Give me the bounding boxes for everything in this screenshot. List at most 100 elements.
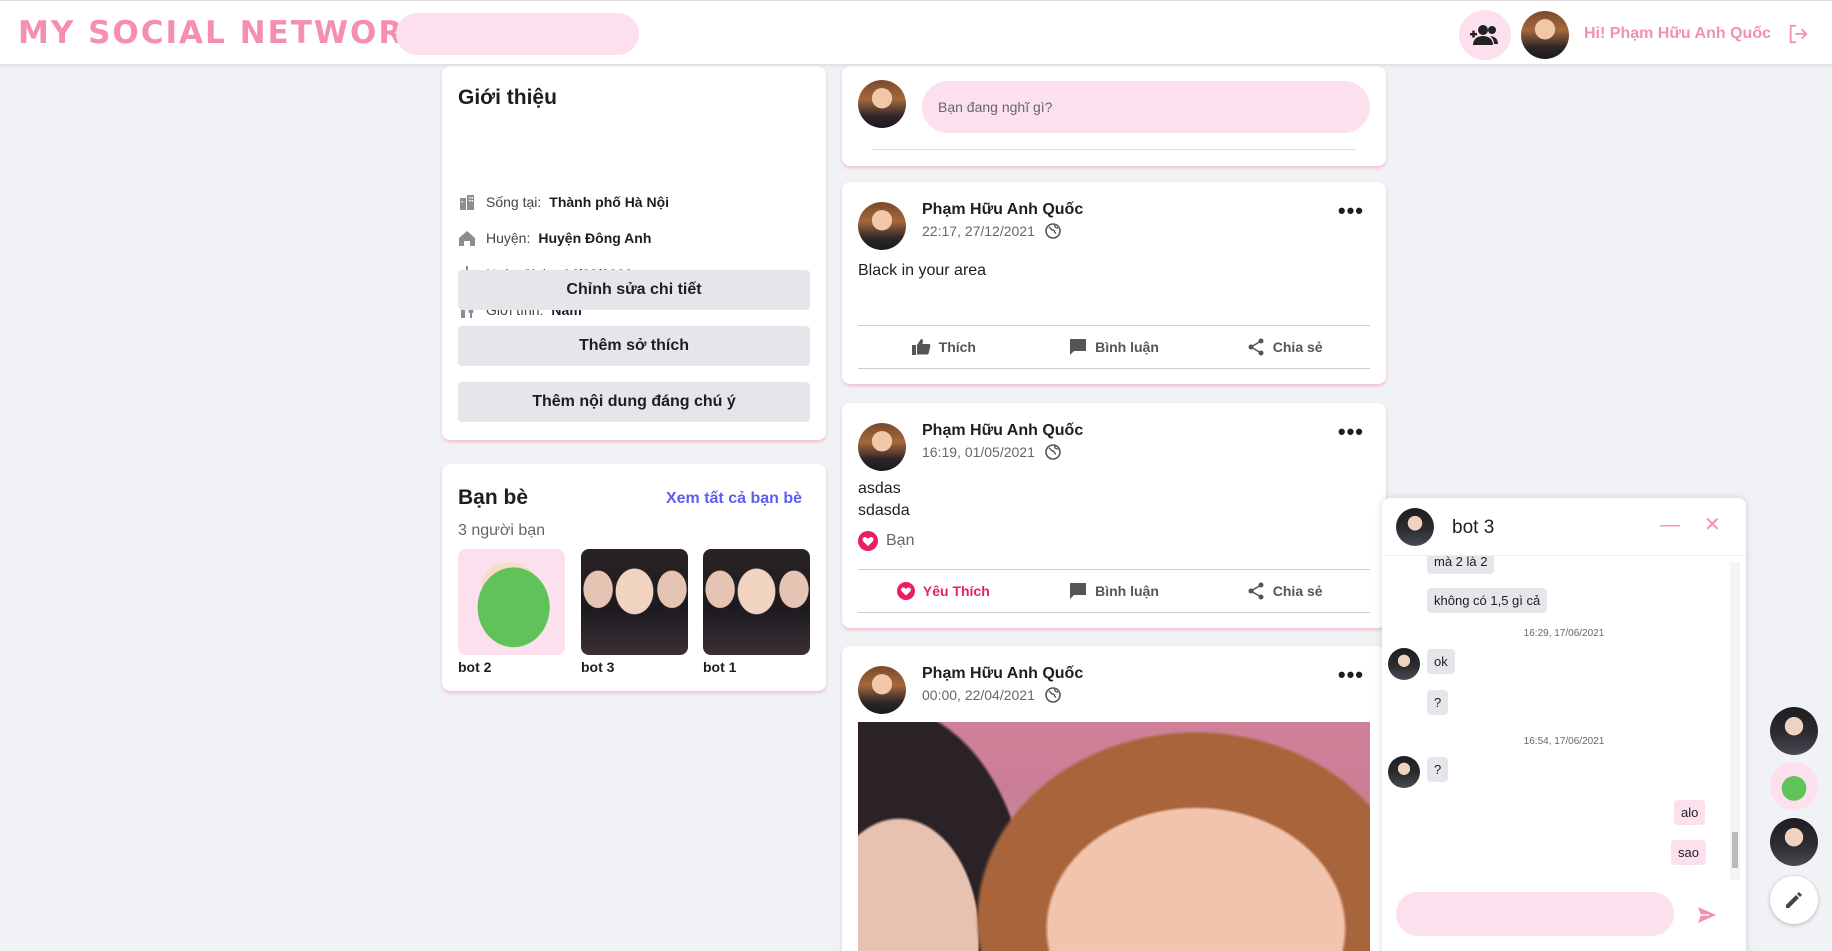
chat-head-bot3[interactable] bbox=[1770, 707, 1818, 755]
comment-button[interactable]: Bình luận bbox=[1029, 570, 1200, 612]
post-actions: Yêu Thích Bình luận Chia sẻ bbox=[858, 569, 1370, 613]
friend-tile[interactable]: bot 2 bbox=[458, 549, 565, 675]
pencil-icon bbox=[1786, 892, 1802, 908]
logout-icon[interactable] bbox=[1787, 23, 1809, 45]
chat-head-bot2[interactable] bbox=[1770, 762, 1818, 810]
post-card: Phạm Hữu Anh Quốc 00:00, 22/04/2021 ••• bbox=[842, 646, 1386, 951]
share-button[interactable]: Chia sẻ bbox=[1199, 326, 1370, 368]
post-author[interactable]: Phạm Hữu Anh Quốc bbox=[922, 665, 1083, 683]
chat-input[interactable] bbox=[1396, 892, 1674, 936]
reaction-summary[interactable]: Bạn bbox=[858, 530, 914, 552]
scrollbar-thumb[interactable] bbox=[1732, 832, 1738, 868]
chat-window: bot 3 — ✕ mà 2 là 2 không có 1,5 gì cả 1… bbox=[1382, 498, 1746, 951]
info-value: Thành phố Hà Nội bbox=[549, 194, 670, 210]
send-icon[interactable] bbox=[1696, 904, 1718, 926]
friend-tile[interactable]: bot 1 bbox=[703, 549, 810, 675]
share-label: Chia sẻ bbox=[1272, 583, 1323, 599]
post-author[interactable]: Phạm Hữu Anh Quốc bbox=[922, 422, 1083, 440]
globe-icon bbox=[1045, 444, 1061, 460]
see-all-friends-link[interactable]: Xem tất cả bạn bè bbox=[666, 490, 802, 508]
post-author[interactable]: Phạm Hữu Anh Quốc bbox=[922, 201, 1083, 219]
friend-name[interactable]: bot 1 bbox=[703, 659, 810, 675]
post-composer: Bạn đang nghĩ gì? bbox=[842, 66, 1386, 166]
add-hobbies-button[interactable]: Thêm sở thích bbox=[458, 326, 810, 366]
top-navbar: MY SOCIAL NETWORK Hi! Phạm Hữu Anh Quốc bbox=[0, 0, 1832, 64]
heart-icon bbox=[896, 582, 915, 600]
minimize-icon[interactable]: — bbox=[1660, 514, 1680, 537]
message-bubble: mà 2 là 2 bbox=[1427, 556, 1495, 574]
post-time[interactable]: 00:00, 22/04/2021 bbox=[922, 687, 1035, 703]
message-bubble: ? bbox=[1427, 690, 1449, 715]
love-label: Yêu Thích bbox=[922, 583, 990, 599]
new-message-button[interactable] bbox=[1770, 876, 1818, 924]
chat-title[interactable]: bot 3 bbox=[1452, 517, 1494, 539]
share-icon bbox=[1248, 582, 1264, 600]
share-button[interactable]: Chia sẻ bbox=[1199, 570, 1370, 612]
friend-photo[interactable] bbox=[703, 549, 810, 655]
app-logo[interactable]: MY SOCIAL NETWORK bbox=[18, 15, 430, 51]
friend-requests-button[interactable] bbox=[1459, 10, 1511, 60]
edit-details-button[interactable]: Chỉnh sửa chi tiết bbox=[458, 270, 810, 310]
close-icon[interactable]: ✕ bbox=[1704, 512, 1721, 537]
post-text-line: asdas bbox=[858, 480, 901, 497]
reaction-text: Bạn bbox=[886, 532, 915, 549]
friend-photo[interactable] bbox=[458, 549, 565, 655]
search-input[interactable] bbox=[396, 13, 639, 55]
composer-input[interactable]: Bạn đang nghĩ gì? bbox=[922, 81, 1370, 133]
chat-messages: mà 2 là 2 không có 1,5 gì cả 16:29, 17/0… bbox=[1382, 556, 1746, 882]
comment-icon bbox=[1070, 583, 1087, 599]
globe-icon bbox=[1045, 223, 1061, 239]
friend-name[interactable]: bot 2 bbox=[458, 659, 565, 675]
post-card: Phạm Hữu Anh Quốc 16:19, 01/05/2021 ••• … bbox=[842, 403, 1386, 628]
chat-head-bot1[interactable] bbox=[1770, 818, 1818, 866]
friends-title: Bạn bè bbox=[458, 486, 529, 509]
message-bubble: không có 1,5 gì cả bbox=[1427, 588, 1548, 613]
friend-photo[interactable] bbox=[581, 549, 688, 655]
add-featured-button[interactable]: Thêm nội dung đáng chú ý bbox=[458, 382, 810, 422]
post-meta: 22:17, 27/12/2021 bbox=[922, 223, 1061, 239]
message-bubble: ? bbox=[1427, 757, 1449, 782]
author-avatar[interactable] bbox=[858, 202, 906, 250]
chat-scrollbar[interactable] bbox=[1730, 562, 1740, 880]
post-card: Phạm Hữu Anh Quốc 22:17, 27/12/2021 ••• … bbox=[842, 182, 1386, 384]
info-row-city: Sống tại: Thành phố Hà Nội bbox=[458, 193, 669, 211]
post-time[interactable]: 16:19, 01/05/2021 bbox=[922, 444, 1035, 460]
author-avatar[interactable] bbox=[858, 666, 906, 714]
sender-avatar bbox=[1388, 648, 1420, 680]
message-timestamp: 16:54, 17/06/2021 bbox=[1523, 736, 1605, 747]
more-options-icon[interactable]: ••• bbox=[1338, 664, 1364, 686]
message-bubble-own: sao bbox=[1671, 840, 1706, 865]
post-text: Black in your area bbox=[858, 262, 987, 279]
post-time[interactable]: 22:17, 27/12/2021 bbox=[922, 223, 1035, 239]
more-options-icon[interactable]: ••• bbox=[1338, 421, 1364, 443]
comment-icon bbox=[1070, 339, 1087, 355]
thumbs-up-icon bbox=[911, 339, 930, 355]
composer-avatar bbox=[858, 80, 906, 128]
heart-icon bbox=[858, 531, 878, 551]
user-avatar[interactable] bbox=[1521, 11, 1569, 59]
user-greeting[interactable]: Hi! Phạm Hữu Anh Quốc bbox=[1584, 25, 1771, 43]
love-button[interactable]: Yêu Thích bbox=[858, 570, 1029, 612]
post-meta: 00:00, 22/04/2021 bbox=[922, 687, 1061, 703]
intro-title: Giới thiệu bbox=[458, 86, 557, 109]
author-avatar[interactable] bbox=[858, 423, 906, 471]
friend-tile[interactable]: bot 3 bbox=[581, 549, 688, 675]
chat-header: bot 3 — ✕ bbox=[1382, 498, 1746, 556]
chat-avatar[interactable] bbox=[1396, 508, 1434, 546]
divider bbox=[872, 149, 1356, 150]
post-meta: 16:19, 01/05/2021 bbox=[922, 444, 1061, 460]
like-button[interactable]: Thích bbox=[858, 326, 1029, 368]
info-label: Huyện: bbox=[486, 230, 531, 246]
sender-avatar bbox=[1388, 756, 1420, 788]
post-actions: Thích Bình luận Chia sẻ bbox=[858, 325, 1370, 369]
share-icon bbox=[1248, 338, 1264, 356]
more-options-icon[interactable]: ••• bbox=[1338, 200, 1364, 222]
friends-count: 3 người bạn bbox=[458, 522, 546, 539]
message-bubble: ok bbox=[1427, 649, 1455, 674]
intro-card: Giới thiệu Sống tại: Thành phố Hà Nội Hu… bbox=[442, 66, 826, 440]
post-photo[interactable] bbox=[858, 722, 1370, 951]
friend-name[interactable]: bot 3 bbox=[581, 659, 688, 675]
comment-button[interactable]: Bình luận bbox=[1029, 326, 1200, 368]
message-bubble-own: alo bbox=[1674, 800, 1706, 825]
post-text-line: sdasda bbox=[858, 502, 910, 519]
